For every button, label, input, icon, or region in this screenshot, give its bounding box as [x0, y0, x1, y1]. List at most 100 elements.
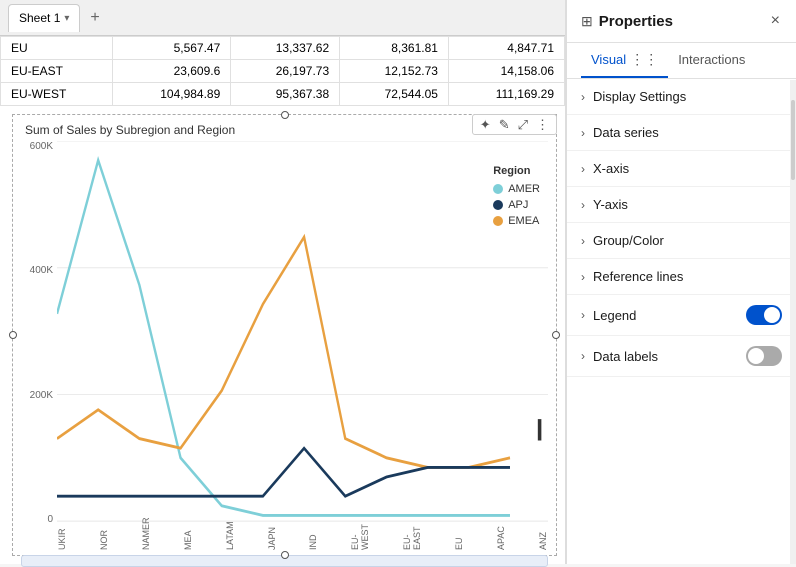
- tab-interactions[interactable]: Interactions: [668, 43, 755, 78]
- table-cell-3: 72,544.05: [340, 83, 449, 106]
- legend-label: EMEA: [508, 215, 539, 227]
- legend-item: EMEA: [493, 215, 540, 227]
- data-table-wrapper: EU 5,567.47 13,337.62 8,361.81 4,847.71 …: [0, 36, 565, 106]
- table-cell-3: 12,152.73: [340, 60, 449, 83]
- table-cell-1: 23,609.6: [112, 60, 231, 83]
- chart-container: ✦ ✎ ⤢ ⋮ Sum of Sales by Subregion and Re…: [12, 114, 557, 556]
- x-label: IND: [308, 530, 318, 550]
- property-toggle[interactable]: [746, 305, 782, 325]
- x-label: NOR: [99, 530, 109, 550]
- x-label: NAMER: [141, 530, 151, 550]
- chart-plot-area: UKIRNORNAMERMEALATAMJAPNINDEU-WESTEU-EAS…: [57, 141, 548, 547]
- x-label: EU: [454, 530, 464, 550]
- table-cell-4: 14,158.06: [448, 60, 564, 83]
- property-left: › Group/Color: [581, 233, 664, 248]
- property-item[interactable]: › Data series: [567, 115, 796, 151]
- data-table: EU 5,567.47 13,337.62 8,361.81 4,847.71 …: [0, 36, 565, 106]
- property-label: Data series: [593, 125, 659, 140]
- property-left: › Legend: [581, 308, 636, 323]
- property-left: › Display Settings: [581, 89, 686, 104]
- legend-item: APJ: [493, 199, 540, 211]
- chart-toolbar: ✦ ✎ ⤢ ⋮: [472, 114, 557, 135]
- table-cell-3: 8,361.81: [340, 37, 449, 60]
- legend-label: AMER: [508, 183, 540, 195]
- apj-line: [57, 448, 510, 496]
- property-left: › Data series: [581, 125, 659, 140]
- property-label: Data labels: [593, 349, 658, 364]
- x-label: JAPN: [267, 530, 277, 550]
- y-label: 400K: [30, 265, 53, 276]
- y-label: 200K: [30, 390, 53, 401]
- chart-edit-button[interactable]: ✎: [496, 117, 513, 132]
- legend-dot: [493, 184, 503, 194]
- tab-visual-label: Visual: [591, 52, 626, 67]
- property-left: › X-axis: [581, 161, 629, 176]
- chart-expand-button[interactable]: ⤢: [515, 117, 531, 132]
- panel-scrollbar-track: [790, 80, 796, 564]
- property-chevron-icon: ›: [581, 349, 585, 363]
- legend-title: Region: [493, 165, 540, 177]
- add-sheet-button[interactable]: +: [84, 7, 105, 29]
- y-label: 0: [47, 514, 53, 525]
- table-cell-1: 104,984.89: [112, 83, 231, 106]
- property-chevron-icon: ›: [581, 270, 585, 284]
- x-label: LATAM: [225, 530, 235, 550]
- panel-header: ⊞ Properties ×: [567, 0, 796, 43]
- table-cell-2: 13,337.62: [231, 37, 340, 60]
- table-cell-label: EU-EAST: [1, 60, 113, 83]
- property-chevron-icon: ›: [581, 90, 585, 104]
- x-label: APAC: [496, 530, 506, 550]
- amer-line: [57, 160, 510, 515]
- handle-bottom[interactable]: [281, 551, 289, 559]
- property-item[interactable]: › Y-axis: [567, 187, 796, 223]
- sheet-tab[interactable]: Sheet 1 ▾: [8, 4, 80, 32]
- table-cell-4: 111,169.29: [448, 83, 564, 106]
- property-item[interactable]: › Reference lines: [567, 259, 796, 295]
- legend-dot: [493, 216, 503, 226]
- legend-label: APJ: [508, 199, 528, 211]
- y-label: 600K: [30, 141, 53, 152]
- table-cell-4: 4,847.71: [448, 37, 564, 60]
- x-label: ANZ: [538, 530, 548, 550]
- property-toggle[interactable]: [746, 346, 782, 366]
- chart-title: Sum of Sales by Subregion and Region: [25, 123, 548, 137]
- chart-x-labels: UKIRNORNAMERMEALATAMJAPNINDEU-WESTEU-EAS…: [57, 528, 548, 550]
- sheet-tab-chevron: ▾: [64, 13, 69, 24]
- panel-title: Properties: [599, 13, 673, 30]
- property-label: Legend: [593, 308, 636, 323]
- table-cell-label: EU: [1, 37, 113, 60]
- panel-tabs: Visual ⋮⋮ Interactions: [567, 43, 796, 79]
- property-item[interactable]: › Display Settings: [567, 79, 796, 115]
- panel-title-area: ⊞ Properties: [581, 13, 673, 30]
- tab-interactions-label: Interactions: [678, 52, 745, 67]
- x-label: EU-WEST: [350, 530, 370, 550]
- panel-scrollbar-thumb[interactable]: [791, 100, 795, 180]
- properties-icon: ⊞: [581, 13, 593, 30]
- property-item[interactable]: › Data labels: [567, 336, 796, 377]
- panel-close-button[interactable]: ×: [769, 10, 782, 32]
- tab-bar: Sheet 1 ▾ +: [0, 0, 565, 36]
- property-label: Display Settings: [593, 89, 686, 104]
- property-chevron-icon: ›: [581, 198, 585, 212]
- property-chevron-icon: ›: [581, 234, 585, 248]
- property-label: Group/Color: [593, 233, 664, 248]
- chart-more-button[interactable]: ⋮: [533, 117, 552, 132]
- handle-top[interactable]: [281, 111, 289, 119]
- handle-right[interactable]: [552, 331, 560, 339]
- handle-left[interactable]: [9, 331, 17, 339]
- property-item[interactable]: › Legend: [567, 295, 796, 336]
- property-chevron-icon: ›: [581, 126, 585, 140]
- tab-visual[interactable]: Visual ⋮⋮: [581, 43, 668, 78]
- property-label: X-axis: [593, 161, 629, 176]
- chart-filter-button[interactable]: ✦: [477, 117, 494, 132]
- property-item[interactable]: › X-axis: [567, 151, 796, 187]
- property-label: Y-axis: [593, 197, 628, 212]
- table-cell-2: 95,367.38: [231, 83, 340, 106]
- emea-line: [57, 237, 510, 467]
- property-chevron-icon: ›: [581, 162, 585, 176]
- chart-legend: Region AMER APJ EMEA: [493, 165, 540, 231]
- property-left: › Reference lines: [581, 269, 683, 284]
- chart-svg: [57, 141, 548, 525]
- legend-dot: [493, 200, 503, 210]
- property-item[interactable]: › Group/Color: [567, 223, 796, 259]
